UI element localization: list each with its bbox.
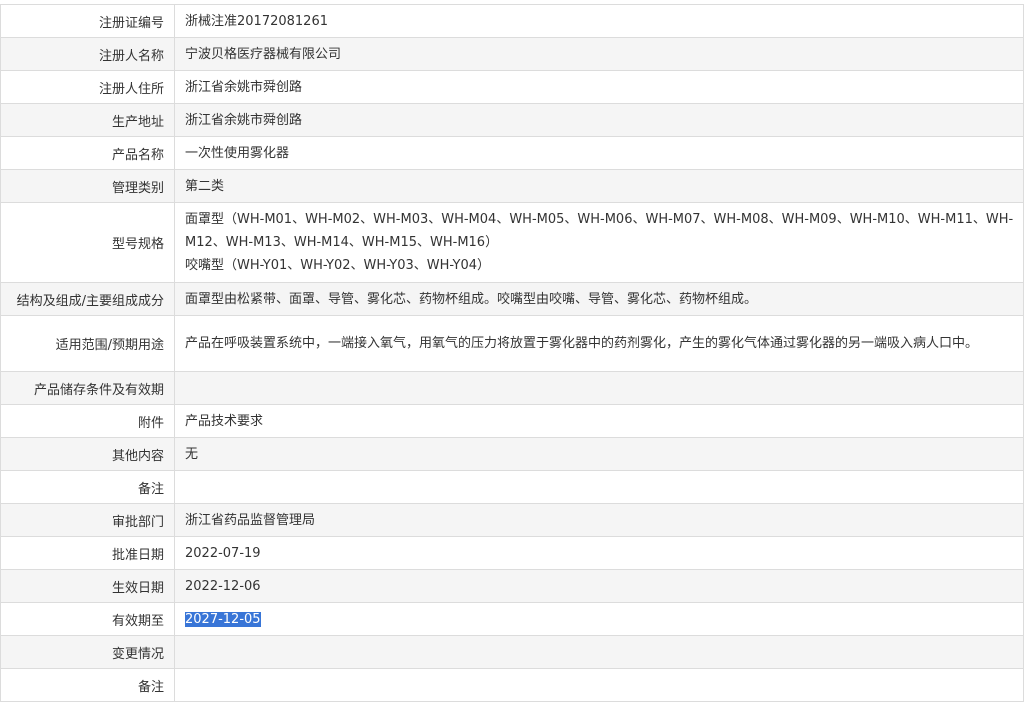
- label-management-category: 管理类别: [0, 169, 175, 203]
- row-model-spec: 型号规格 面罩型（WH-M01、WH-M02、WH-M03、WH-M04、WH-…: [0, 202, 1024, 283]
- value-management-category: 第二类: [174, 169, 1024, 203]
- label-intended-use: 适用范围/预期用途: [0, 315, 175, 372]
- row-change-status: 变更情况: [0, 635, 1024, 669]
- label-other-content: 其他内容: [0, 437, 175, 471]
- label-approval-date: 批准日期: [0, 536, 175, 570]
- value-valid-until[interactable]: 2027-12-05: [185, 611, 261, 627]
- label-registrant-address: 注册人住所: [0, 70, 175, 104]
- label-attachment: 附件: [0, 404, 175, 438]
- value-registration-number: 浙械注准20172081261: [174, 4, 1024, 38]
- label-change-status: 变更情况: [0, 635, 175, 669]
- value-production-address: 浙江省余姚市舜创路: [174, 103, 1024, 137]
- row-storage-validity: 产品储存条件及有效期: [0, 371, 1024, 405]
- row-production-address: 生产地址 浙江省余姚市舜创路: [0, 103, 1024, 137]
- label-remarks: 备注: [0, 470, 175, 504]
- value-structure-composition: 面罩型由松紧带、面罩、导管、雾化芯、药物杯组成。咬嘴型由咬嘴、导管、雾化芯、药物…: [174, 282, 1024, 316]
- row-remarks: 备注: [0, 470, 1024, 504]
- row-product-name: 产品名称 一次性使用雾化器: [0, 136, 1024, 170]
- row-intended-use: 适用范围/预期用途 产品在呼吸装置系统中，一端接入氧气，用氧气的压力将放置于雾化…: [0, 315, 1024, 372]
- label-valid-until: 有效期至: [0, 602, 175, 636]
- value-storage-validity: [174, 371, 1024, 405]
- value-remarks-2: [174, 668, 1024, 702]
- label-approval-department: 审批部门: [0, 503, 175, 537]
- row-structure-composition: 结构及组成/主要组成成分 面罩型由松紧带、面罩、导管、雾化芯、药物杯组成。咬嘴型…: [0, 282, 1024, 316]
- value-product-name: 一次性使用雾化器: [174, 136, 1024, 170]
- model-spec-mouthpiece-type: 咬嘴型（WH-Y01、WH-Y02、WH-Y03、WH-Y04）: [185, 258, 491, 273]
- value-approval-date: 2022-07-19: [174, 536, 1024, 570]
- label-effective-date: 生效日期: [0, 569, 175, 603]
- label-storage-validity: 产品储存条件及有效期: [0, 371, 175, 405]
- row-attachment: 附件 产品技术要求: [0, 404, 1024, 438]
- value-remarks: [174, 470, 1024, 504]
- row-remarks-2: 备注: [0, 668, 1024, 702]
- value-attachment: 产品技术要求: [174, 404, 1024, 438]
- row-valid-until: 有效期至 2027-12-05: [0, 602, 1024, 636]
- label-model-spec: 型号规格: [0, 202, 175, 283]
- value-registrant-name: 宁波贝格医疗器械有限公司: [174, 37, 1024, 71]
- value-other-content: 无: [174, 437, 1024, 471]
- value-registrant-address: 浙江省余姚市舜创路: [174, 70, 1024, 104]
- value-valid-until-cell: 2027-12-05: [174, 602, 1024, 636]
- value-change-status: [174, 635, 1024, 669]
- model-spec-mask-type: 面罩型（WH-M01、WH-M02、WH-M03、WH-M04、WH-M05、W…: [185, 212, 1014, 250]
- value-model-spec: 面罩型（WH-M01、WH-M02、WH-M03、WH-M04、WH-M05、W…: [174, 202, 1024, 283]
- value-effective-date: 2022-12-06: [174, 569, 1024, 603]
- row-other-content: 其他内容 无: [0, 437, 1024, 471]
- label-production-address: 生产地址: [0, 103, 175, 137]
- label-registrant-name: 注册人名称: [0, 37, 175, 71]
- row-registrant-address: 注册人住所 浙江省余姚市舜创路: [0, 70, 1024, 104]
- row-registrant-name: 注册人名称 宁波贝格医疗器械有限公司: [0, 37, 1024, 71]
- label-registration-number: 注册证编号: [0, 4, 175, 38]
- row-approval-date: 批准日期 2022-07-19: [0, 536, 1024, 570]
- label-remarks-2: 备注: [0, 668, 175, 702]
- row-approval-department: 审批部门 浙江省药品监督管理局: [0, 503, 1024, 537]
- row-effective-date: 生效日期 2022-12-06: [0, 569, 1024, 603]
- row-registration-number: 注册证编号 浙械注准20172081261: [0, 4, 1024, 38]
- value-intended-use: 产品在呼吸装置系统中，一端接入氧气，用氧气的压力将放置于雾化器中的药剂雾化，产生…: [174, 315, 1024, 372]
- registration-details: 注册证编号 浙械注准20172081261 注册人名称 宁波贝格医疗器械有限公司…: [0, 4, 1024, 702]
- label-product-name: 产品名称: [0, 136, 175, 170]
- value-approval-department: 浙江省药品监督管理局: [174, 503, 1024, 537]
- details-table: 注册证编号 浙械注准20172081261 注册人名称 宁波贝格医疗器械有限公司…: [0, 4, 1024, 702]
- row-management-category: 管理类别 第二类: [0, 169, 1024, 203]
- label-structure-composition: 结构及组成/主要组成成分: [0, 282, 175, 316]
